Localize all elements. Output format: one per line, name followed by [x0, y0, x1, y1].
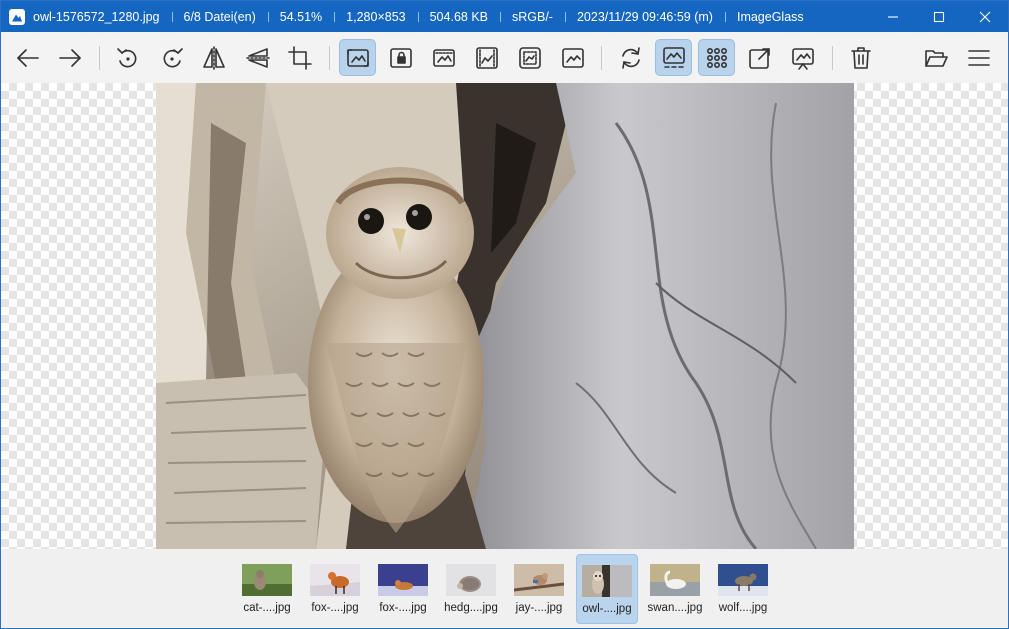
refresh-icon	[621, 46, 640, 69]
thumbnail-item-active[interactable]: owl-....jpg	[576, 554, 638, 624]
owl-photo	[156, 83, 854, 549]
gallery-button[interactable]	[698, 39, 735, 76]
thumbnail-label: wolf....jpg	[718, 602, 768, 614]
rotate-right-icon	[163, 47, 183, 67]
close-icon	[979, 11, 991, 22]
main-image-owl[interactable]	[156, 83, 854, 549]
title-filesize: 504.68 KB	[417, 10, 500, 24]
thumbnail-item[interactable]: wolf....jpg	[712, 554, 774, 624]
lock-zoom-button[interactable]	[382, 39, 419, 76]
thumbnail-bar-button[interactable]	[655, 39, 692, 76]
title-filename: owl-1576572_1280.jpg	[33, 9, 160, 24]
scale-to-width-icon	[432, 48, 455, 67]
main-menu-button[interactable]	[960, 39, 997, 76]
thumbnail-bar-icon	[662, 46, 685, 68]
thumbnail-image	[650, 564, 700, 596]
rotate-left-button[interactable]	[109, 39, 146, 76]
refresh-button[interactable]	[612, 39, 649, 76]
lock-zoom-icon	[389, 47, 412, 68]
crop-button[interactable]	[281, 39, 318, 76]
title-datetime: 2023/11/29 09:46:59 (m)	[564, 10, 725, 24]
imageglass-window: owl-1576572_1280.jpg 6/8 Datei(en) 54.51…	[0, 0, 1009, 629]
arrow-right-icon	[58, 48, 81, 67]
flip-vertical-button[interactable]	[239, 39, 276, 76]
delete-button[interactable]	[842, 39, 879, 76]
thumbnail-label: swan....jpg	[647, 602, 703, 614]
scale-to-height-button[interactable]	[468, 39, 505, 76]
maximize-button[interactable]	[916, 1, 962, 32]
flip-horizontal-button[interactable]	[195, 39, 232, 76]
thumbnail-label: hedg....jpg	[444, 602, 498, 614]
thumbnail-item[interactable]: jay-....jpg	[508, 554, 570, 624]
thumbnail-label: fox-....jpg	[311, 602, 359, 614]
thumbnail-label: cat-....jpg	[243, 602, 291, 614]
zoom-fit-button[interactable]	[339, 39, 376, 76]
thumbnail-image	[446, 564, 496, 596]
actual-size-icon	[561, 47, 584, 68]
thumbnail-label: jay-....jpg	[515, 602, 563, 614]
title-colorspace: sRGB/-	[500, 10, 565, 24]
title-zoom: 54.51%	[267, 10, 334, 24]
window-controls	[870, 1, 1008, 32]
thumbnail-label: fox-....jpg	[379, 602, 427, 614]
title-bar: owl-1576572_1280.jpg 6/8 Datei(en) 54.51…	[1, 1, 1008, 32]
fullscreen-icon	[748, 47, 770, 69]
thumbnail-item[interactable]: cat-....jpg	[236, 554, 298, 624]
thumbnail-image	[582, 565, 632, 597]
gallery-grid-icon	[706, 47, 727, 68]
minimize-icon	[888, 15, 898, 18]
imageglass-app-icon[interactable]	[9, 8, 25, 25]
thumbnail-item[interactable]: swan....jpg	[644, 554, 706, 624]
flip-horizontal-icon	[202, 45, 225, 70]
folder-open-icon	[924, 49, 948, 67]
scale-to-fill-icon	[518, 46, 541, 69]
minimize-button[interactable]	[870, 1, 916, 32]
slideshow-button[interactable]	[784, 39, 821, 76]
thumbnail-label: owl-....jpg	[582, 603, 632, 615]
scale-to-height-icon	[475, 46, 498, 69]
slideshow-icon	[791, 47, 814, 70]
hamburger-menu-icon	[967, 49, 990, 66]
view-next-button[interactable]	[51, 39, 88, 76]
zoom-fit-icon	[346, 48, 369, 67]
title-dimensions: 1,280×853	[334, 10, 417, 24]
thumbnail-bar: cat-....jpg fox-....jpg fox-....jpg hedg…	[1, 549, 1008, 628]
thumbnail-item[interactable]: hedg....jpg	[440, 554, 502, 624]
scale-to-width-button[interactable]	[425, 39, 462, 76]
image-viewer[interactable]	[1, 83, 1008, 549]
title-info: owl-1576572_1280.jpg 6/8 Datei(en) 54.51…	[33, 1, 816, 32]
thumbnail-image	[378, 564, 428, 596]
thumbnail-item[interactable]: fox-....jpg	[304, 554, 366, 624]
open-file-button[interactable]	[917, 39, 954, 76]
flip-vertical-icon	[245, 47, 270, 68]
scale-to-fill-button[interactable]	[511, 39, 548, 76]
toolbar-separator	[832, 46, 833, 70]
thumbnail-image	[242, 564, 292, 596]
thumbnail-image	[514, 564, 564, 596]
title-file-position: 6/8 Datei(en)	[171, 10, 268, 24]
trash-icon	[850, 46, 871, 69]
toolbar-separator	[601, 46, 602, 70]
toolbar-separator	[99, 46, 100, 70]
view-previous-button[interactable]	[9, 39, 46, 76]
thumbnail-image	[718, 564, 768, 596]
close-button[interactable]	[962, 1, 1008, 32]
actual-size-button[interactable]	[554, 39, 591, 76]
fullscreen-button[interactable]	[741, 39, 778, 76]
title-app-name: ImageGlass	[724, 10, 816, 24]
thumbnail-item[interactable]: fox-....jpg	[372, 554, 434, 624]
maximize-icon	[933, 11, 945, 22]
toolbar	[1, 32, 1008, 83]
rotate-left-icon	[116, 47, 136, 67]
toolbar-separator	[329, 46, 330, 70]
arrow-left-icon	[16, 48, 39, 67]
thumbnail-image	[310, 564, 360, 596]
crop-icon	[287, 45, 312, 70]
rotate-right-button[interactable]	[153, 39, 190, 76]
